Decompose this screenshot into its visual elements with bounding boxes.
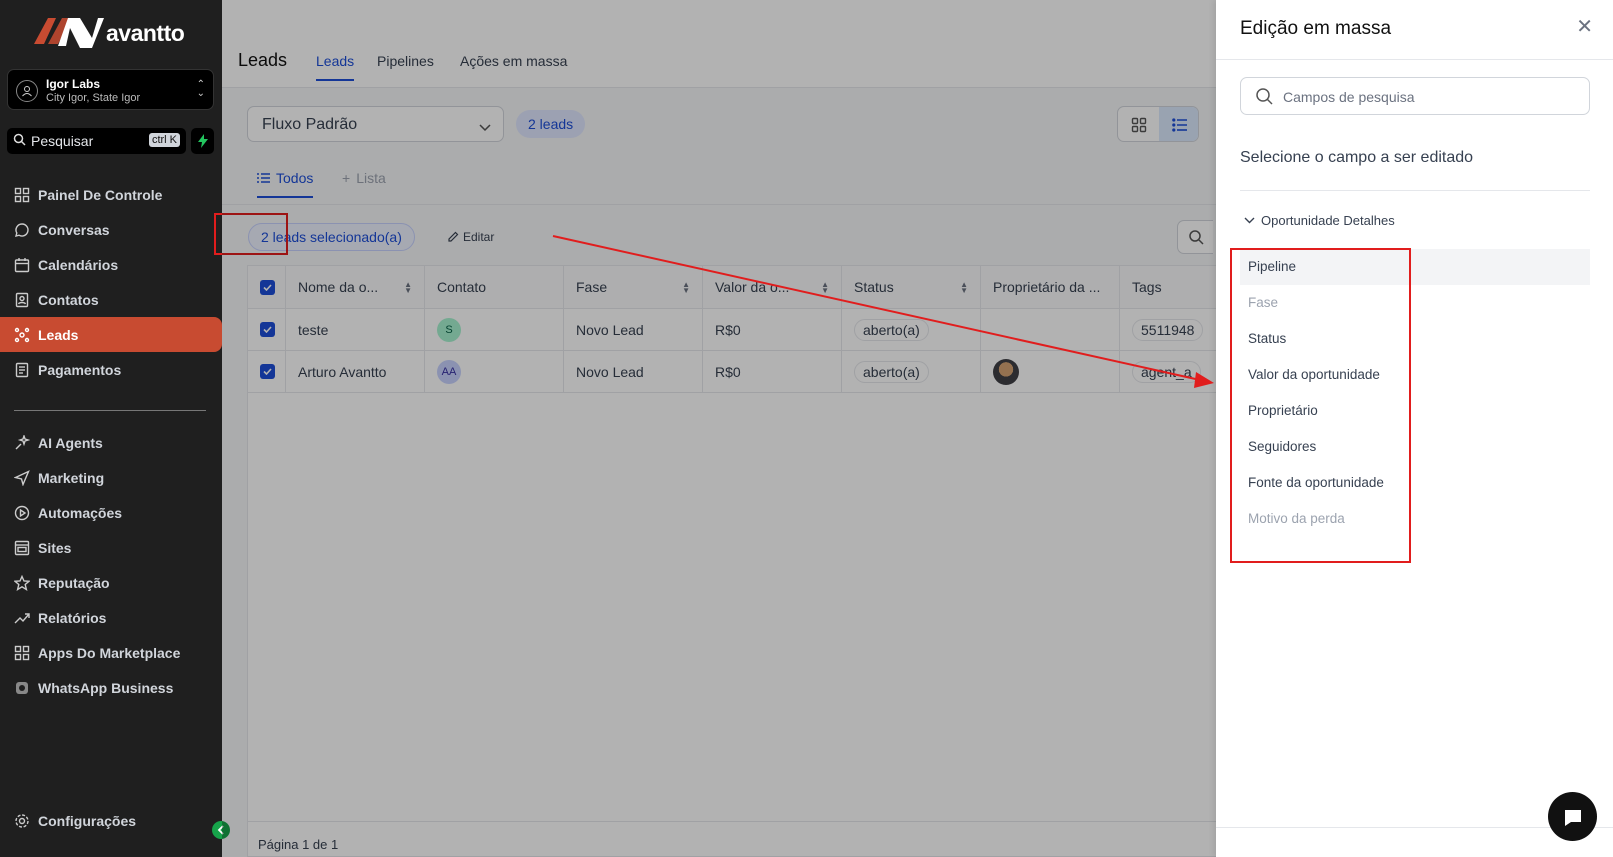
apps-icon (14, 645, 30, 660)
sidebar-item-automacoes[interactable]: Automações (0, 495, 222, 530)
sparkle-icon (15, 434, 30, 449)
star-icon (14, 574, 30, 591)
sidebar-item-pagamentos[interactable]: Pagamentos (0, 352, 222, 387)
group-toggle[interactable]: Oportunidade Detalhes (1244, 213, 1395, 228)
dashboard-icon (14, 187, 30, 202)
sidebar-item-whatsapp[interactable]: WhatsApp Business (0, 670, 222, 705)
drawer-subtitle: Selecione o campo a ser editado (1240, 149, 1474, 166)
sidebar-search[interactable]: Pesquisar ctrl K (7, 128, 186, 154)
chevron-down-icon (1244, 217, 1255, 224)
chat-widget-button[interactable] (1548, 792, 1597, 841)
payments-icon (15, 362, 29, 377)
account-name: Igor Labs (46, 77, 101, 91)
sidebar-search-placeholder: Pesquisar (31, 133, 94, 149)
sidebar-item-label: Contatos (38, 291, 99, 308)
drawer-divider (1216, 59, 1613, 60)
sidebar-item-label: Automações (38, 504, 123, 521)
field-search-input[interactable]: Campos de pesquisa (1240, 77, 1590, 115)
sidebar-item-calendarios[interactable]: Calendários (0, 247, 222, 282)
chevron-updown-icon: ⌃ ⌄ (196, 79, 205, 99)
sidebar-item-label: Apps Do Marketplace (38, 644, 181, 661)
shortcut-badge: ctrl K (148, 133, 180, 147)
brand-name: avantto (106, 19, 185, 46)
sidebar-item-label: Relatórios (38, 609, 107, 626)
annotation-box-fields (1230, 248, 1411, 563)
sidebar-item-reputacao[interactable]: Reputação (0, 565, 222, 600)
sidebar-item-leads[interactable]: Leads (0, 317, 222, 352)
avantto-logo-mark-icon (34, 16, 104, 50)
sidebar-item-label: Conversas (38, 221, 110, 238)
send-icon (14, 469, 30, 486)
chat-icon (15, 222, 29, 237)
chat-bubble-icon (1564, 809, 1581, 826)
sidebar-item-label: Painel De Controle (38, 186, 163, 203)
sidebar-item-sites[interactable]: Sites (0, 530, 222, 565)
bolt-icon (197, 134, 208, 148)
field-search-placeholder: Campos de pesquisa (1283, 89, 1415, 105)
sidebar-item-contatos[interactable]: Contatos (0, 282, 222, 317)
leads-icon (14, 327, 30, 342)
group-label: Oportunidade Detalhes (1261, 213, 1395, 228)
search-icon (13, 133, 26, 151)
drawer-divider (1240, 190, 1590, 191)
account-location: City Igor, State Igor (46, 92, 141, 104)
trend-icon (14, 612, 30, 623)
sidebar-item-apps[interactable]: Apps Do Marketplace (0, 635, 222, 670)
location-icon (16, 80, 38, 102)
search-icon (1255, 87, 1273, 110)
sidebar-item-configuracoes[interactable]: Configurações (0, 803, 222, 838)
sidebar: avantto Igor Labs City Igor, State Igor … (0, 0, 222, 857)
sidebar-item-label: Calendários (38, 256, 119, 273)
play-icon (14, 505, 30, 520)
sidebar-item-relatorios[interactable]: Relatórios (0, 600, 222, 635)
sidebar-item-label: Sites (38, 539, 72, 556)
sidebar-item-label: AI Agents (38, 434, 103, 451)
close-icon[interactable]: ✕ (1576, 14, 1593, 39)
calendar-icon (14, 257, 30, 272)
sidebar-item-conversas[interactable]: Conversas (0, 212, 222, 247)
sidebar-item-painel[interactable]: Painel De Controle (0, 177, 222, 212)
sidebar-item-label: Leads (38, 326, 79, 343)
account-switcher[interactable]: Igor Labs City Igor, State Igor ⌃ ⌄ (7, 69, 214, 110)
brand-logo[interactable]: avantto (34, 16, 185, 50)
sidebar-item-ai-agents[interactable]: AI Agents (0, 425, 222, 460)
sidebar-item-label: WhatsApp Business (38, 679, 174, 696)
gear-icon (15, 813, 29, 828)
sidebar-item-label: Configurações (38, 812, 137, 829)
contacts-icon (15, 292, 29, 307)
sites-icon (14, 540, 30, 555)
sidebar-divider (14, 410, 206, 411)
sidebar-item-label: Reputação (38, 574, 110, 591)
sidebar-item-marketing[interactable]: Marketing (0, 460, 222, 495)
sidebar-item-label: Pagamentos (38, 361, 122, 378)
whatsapp-icon (16, 681, 28, 694)
quick-action-button[interactable] (191, 128, 214, 154)
drawer-title: Edição em massa (1240, 18, 1392, 39)
sidebar-item-label: Marketing (38, 469, 105, 486)
